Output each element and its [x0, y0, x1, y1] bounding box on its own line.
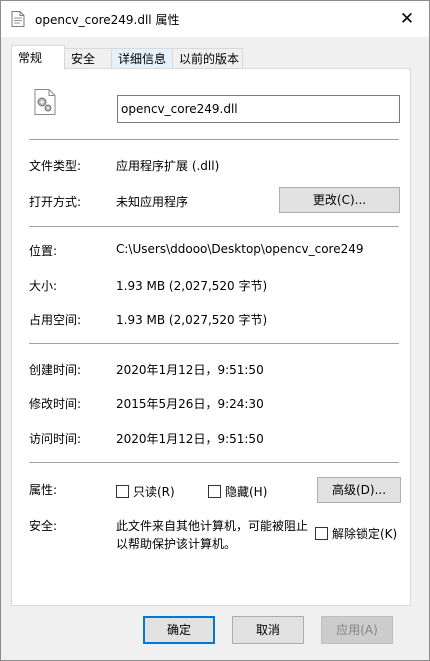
- window-title: opencv_core249.dll 属性: [35, 13, 180, 27]
- title-bar: opencv_core249.dll 属性 ✕: [1, 1, 429, 37]
- accessed-label: 访问时间:: [29, 432, 82, 446]
- readonly-label: 只读(R): [133, 485, 175, 499]
- ok-button[interactable]: 确定: [143, 616, 215, 644]
- accessed-value: 2020年1月12日，9:51:50: [116, 432, 264, 446]
- dll-file-icon: [34, 89, 56, 115]
- change-button[interactable]: 更改(C)...: [279, 187, 400, 213]
- close-button[interactable]: ✕: [385, 1, 429, 37]
- checkbox-box: [116, 485, 129, 498]
- separator: [29, 139, 399, 140]
- file-type-label: 文件类型:: [29, 159, 82, 173]
- cancel-button[interactable]: 取消: [232, 616, 304, 644]
- separator: [29, 226, 399, 227]
- location-value: C:\Users\ddooo\Desktop\opencv_core249: [116, 242, 364, 256]
- hidden-label: 隐藏(H): [225, 485, 268, 499]
- properties-dialog: opencv_core249.dll 属性 ✕ 常规 安全 详细信息 以前的版本…: [0, 0, 430, 661]
- size-on-disk-label: 占用空间:: [29, 313, 82, 327]
- checkbox-box: [315, 527, 328, 540]
- readonly-checkbox[interactable]: 只读(R): [116, 483, 175, 500]
- separator: [29, 462, 399, 463]
- separator: [29, 343, 399, 344]
- checkbox-box: [208, 485, 221, 498]
- tab-strip: 常规 安全 详细信息 以前的版本: [11, 45, 419, 70]
- apply-button[interactable]: 应用(A): [321, 616, 393, 644]
- security-warning-line2: 以帮助保护该计算机。: [116, 537, 237, 551]
- general-tab-panel: opencv_core249.dll 文件类型: 应用程序扩展 (.dll) 打…: [11, 68, 411, 606]
- size-label: 大小:: [29, 279, 58, 293]
- modified-value: 2015年5月26日，9:24:30: [116, 397, 264, 411]
- location-label: 位置:: [29, 244, 58, 258]
- created-label: 创建时间:: [29, 363, 82, 377]
- advanced-button[interactable]: 高级(D)...: [317, 477, 401, 503]
- unblock-checkbox[interactable]: 解除锁定(K): [315, 525, 397, 542]
- tab-general[interactable]: 常规: [11, 45, 65, 70]
- file-type-value: 应用程序扩展 (.dll): [116, 159, 220, 173]
- security-label: 安全:: [29, 519, 58, 533]
- attributes-label: 属性:: [29, 483, 58, 497]
- size-value: 1.93 MB (2,027,520 字节): [116, 279, 268, 293]
- security-warning-line1: 此文件来自其他计算机，可能被阻止: [116, 519, 309, 533]
- tab-previous-versions[interactable]: 以前的版本: [172, 48, 243, 68]
- opens-with-label: 打开方式:: [29, 195, 82, 209]
- file-icon: [11, 11, 25, 27]
- tab-security[interactable]: 安全: [64, 48, 112, 68]
- opens-with-value: 未知应用程序: [116, 195, 189, 209]
- tab-details[interactable]: 详细信息: [111, 48, 173, 68]
- close-icon: ✕: [399, 9, 415, 29]
- file-name-input[interactable]: opencv_core249.dll: [117, 95, 400, 123]
- modified-label: 修改时间:: [29, 397, 82, 411]
- hidden-checkbox[interactable]: 隐藏(H): [208, 483, 267, 500]
- size-on-disk-value: 1.93 MB (2,027,520 字节): [116, 313, 268, 327]
- unblock-label: 解除锁定(K): [332, 527, 398, 541]
- created-value: 2020年1月12日，9:51:50: [116, 363, 264, 377]
